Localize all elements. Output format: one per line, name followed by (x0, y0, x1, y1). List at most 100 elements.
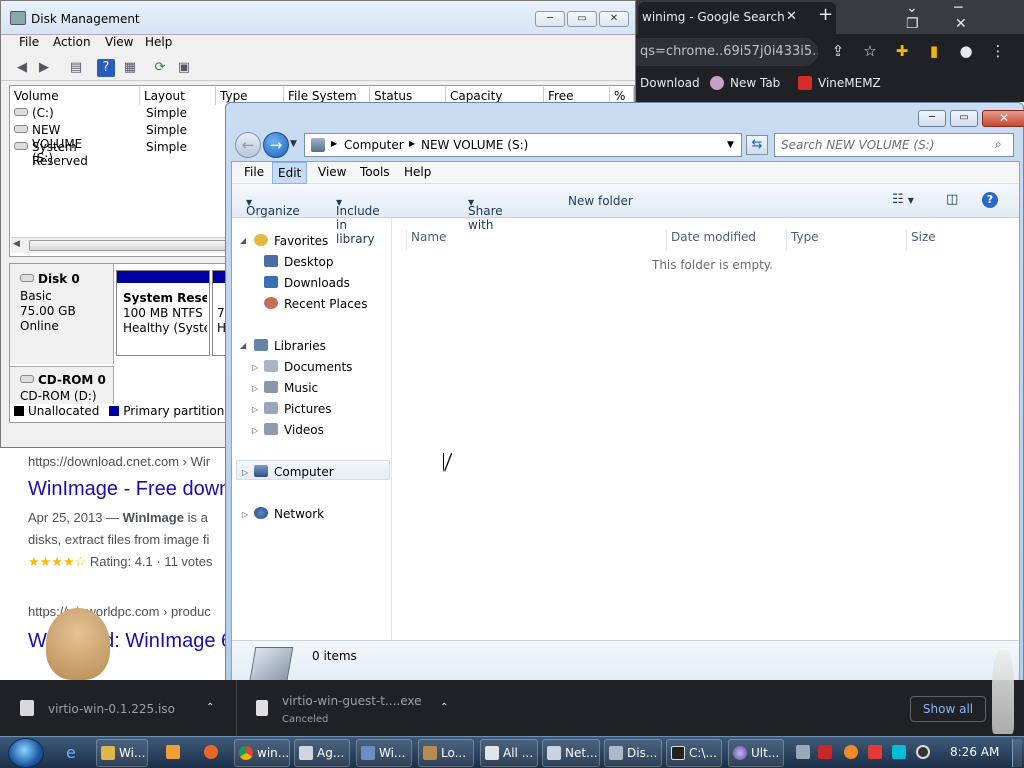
profile-icon[interactable]: ● (950, 42, 982, 60)
minimize-button[interactable]: ─ (535, 11, 565, 27)
download-item-name[interactable]: virtio-win-0.1.225.iso (48, 702, 198, 716)
nav-recent-places[interactable]: Recent Places (264, 297, 367, 311)
taskbar-button[interactable]: Net... (542, 739, 600, 767)
recent-pages-icon[interactable]: ▼ (290, 139, 297, 149)
show-desktop-button[interactable] (1012, 739, 1022, 767)
help-icon[interactable]: ? (97, 59, 115, 77)
chevron-up-icon[interactable]: ⌃ (440, 702, 448, 713)
breadcrumb-chevron-icon[interactable]: ▶ (331, 139, 337, 148)
taskbar-button[interactable]: Lo... (418, 739, 474, 767)
column-layout[interactable]: Layout (140, 87, 216, 105)
expand-arrow-icon[interactable]: ▷ (242, 510, 248, 519)
close-icon[interactable]: ✕ (786, 9, 797, 24)
search-input[interactable]: Search NEW VOLUME (S:) ⌕ (774, 133, 1014, 157)
close-button[interactable]: ✕ (982, 110, 1024, 127)
show-all-button[interactable]: Show all (910, 696, 986, 722)
new-tab-icon[interactable]: + (818, 4, 833, 25)
omnibox[interactable]: qs=chrome..69i57j0i433i5... (636, 38, 818, 66)
nav-network[interactable]: Network (254, 507, 324, 521)
menu-view[interactable]: View (105, 35, 133, 49)
taskbar-button[interactable]: Ag... (294, 739, 350, 767)
horizontal-scrollbar[interactable]: ◀ (11, 237, 229, 253)
column-type[interactable]: Type (786, 230, 904, 250)
help-icon[interactable]: ? (982, 192, 998, 208)
view-options-icon[interactable]: ☷ ▼ (892, 192, 914, 207)
minimize-button[interactable]: ─ (918, 110, 946, 127)
bookmark-new-tab[interactable]: New Tab (710, 76, 780, 90)
breadcrumb-computer[interactable]: Computer (344, 138, 404, 152)
address-dropdown-icon[interactable]: ▼ (727, 140, 734, 150)
taskbar-button[interactable]: C:\... (666, 739, 722, 767)
taskbar-button[interactable]: Wi... (96, 739, 148, 767)
cdrom-info[interactable]: CD-ROM 0 CD-ROM (D:) (10, 366, 114, 404)
tray-icon[interactable] (796, 745, 810, 759)
nav-computer[interactable]: Computer (254, 465, 334, 479)
tray-icon[interactable] (868, 745, 882, 759)
tray-icon[interactable] (844, 745, 858, 759)
tray-icon[interactable] (892, 745, 906, 759)
taskbar-button[interactable]: Wi... (356, 739, 412, 767)
expand-arrow-icon[interactable]: ▷ (252, 426, 258, 435)
maximize-button[interactable]: ▭ (950, 110, 978, 127)
nav-videos[interactable]: Videos (264, 423, 324, 437)
forward-button[interactable]: → (263, 132, 289, 158)
include-in-library-button[interactable]: Include in library ▼ (336, 194, 380, 246)
bookmark-download[interactable]: Download (640, 76, 700, 90)
scroll-left-icon[interactable]: ◀ (13, 239, 20, 249)
nav-libraries[interactable]: Libraries (254, 339, 326, 353)
disk0-info[interactable]: Disk 0 Basic 75.00 GB Online (10, 264, 114, 364)
close-button[interactable]: ✕ (599, 11, 629, 27)
settings-icon[interactable]: ▣ (175, 59, 193, 77)
back-arrow-icon[interactable]: ◀ (13, 59, 31, 77)
taskbar-button[interactable]: Ult... (728, 739, 784, 767)
refresh-icon[interactable]: ⟳ (151, 59, 169, 77)
nav-pictures[interactable]: Pictures (264, 402, 332, 416)
breadcrumb-chevron-icon[interactable]: ▶ (409, 139, 415, 148)
taskbar-button[interactable]: win... (234, 739, 290, 767)
menu-edit[interactable]: Edit (272, 162, 308, 184)
refresh-button[interactable]: ⇆ (746, 135, 768, 155)
menu-file[interactable]: File (244, 165, 264, 179)
menu-help[interactable]: Help (404, 165, 431, 179)
column-volume[interactable]: Volume (10, 87, 140, 105)
menu-help[interactable]: Help (145, 35, 172, 49)
scrollbar-thumb[interactable] (29, 240, 229, 251)
forward-arrow-icon[interactable]: ▶ (35, 59, 53, 77)
expand-arrow-icon[interactable]: ▷ (252, 384, 258, 393)
taskbar-button[interactable]: All ... (480, 739, 538, 767)
sidepanel-icon[interactable]: ▮ (918, 42, 950, 60)
expand-arrow-icon[interactable]: ▷ (252, 363, 258, 372)
menu-file[interactable]: File (19, 35, 39, 49)
extensions-icon[interactable]: ✚ (886, 42, 918, 60)
preview-pane-icon[interactable]: ◫ (946, 192, 958, 207)
column-size[interactable]: Size (906, 230, 986, 250)
column-name[interactable]: Name (406, 230, 664, 250)
menu-icon[interactable]: ⋮ (982, 42, 1014, 60)
menu-view[interactable]: View (318, 165, 346, 179)
download-item-name[interactable]: virtio-win-guest-t....exe (282, 694, 432, 708)
tray-icon[interactable] (818, 745, 832, 759)
share-icon[interactable]: ⇪ (822, 42, 854, 60)
result-title[interactable]: WinImage - Free down (28, 478, 226, 501)
nav-music[interactable]: Music (264, 381, 318, 395)
nav-downloads[interactable]: Downloads (264, 276, 350, 290)
nav-desktop[interactable]: Desktop (264, 255, 334, 269)
column-date-modified[interactable]: Date modified (666, 230, 784, 250)
tray-icon[interactable] (916, 745, 930, 759)
properties-icon[interactable]: ▦ (121, 59, 139, 77)
breadcrumb-new-volume[interactable]: NEW VOLUME (S:) (421, 138, 528, 152)
title-bar[interactable]: Disk Management ─ ▭ ✕ (1, 1, 635, 35)
start-button[interactable] (8, 738, 44, 768)
bookmark-vinememz[interactable]: VineMEMZ (798, 76, 881, 90)
media-player-icon[interactable] (166, 745, 180, 759)
new-folder-button[interactable]: New folder (568, 194, 633, 208)
ie-icon[interactable]: e (66, 743, 76, 762)
nav-documents[interactable]: Documents (264, 360, 352, 374)
expand-arrow-icon[interactable]: ▷ (252, 405, 258, 414)
organize-button[interactable]: Organize ▼ (246, 194, 300, 218)
maximize-button[interactable]: ▭ (567, 11, 597, 27)
chevron-up-icon[interactable]: ⌃ (206, 702, 214, 713)
partition-system-reserved[interactable]: System Reserv 100 MB NTFS Healthy (Syste… (116, 270, 210, 356)
expand-arrow-icon[interactable]: ▷ (242, 468, 248, 477)
menu-action[interactable]: Action (53, 35, 91, 49)
